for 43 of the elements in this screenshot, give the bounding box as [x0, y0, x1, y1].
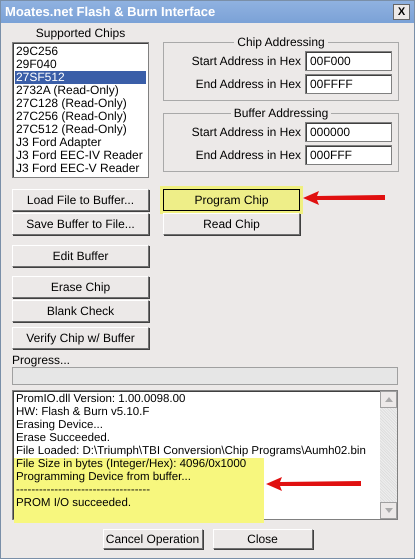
- list-item[interactable]: 27C256 (Read-Only): [15, 110, 146, 123]
- text-field[interactable]: 000FFF: [305, 145, 392, 165]
- list-item[interactable]: J3 Ford EEC-V Reader: [15, 162, 146, 175]
- group-title: Chip Addressing: [236, 35, 326, 49]
- group-title: Buffer Addressing: [232, 106, 330, 120]
- text-field[interactable]: 000000: [305, 122, 392, 142]
- action-button[interactable]: Load File to Buffer...: [12, 189, 149, 211]
- action-button[interactable]: Verify Chip w/ Buffer: [12, 327, 149, 349]
- window-close-button[interactable]: X: [393, 4, 410, 20]
- list-item[interactable]: 27SF512: [15, 71, 146, 84]
- list-item[interactable]: J3 Ford EEC-IV Reader: [15, 149, 146, 162]
- log-line: HW: Flash & Burn v5.10.F: [15, 406, 150, 419]
- field-label: End Address in Hex: [196, 76, 301, 93]
- chip-list[interactable]: 29C256 29F040 27SF512 2732A (Read-Only) 27C128 (Read-Only) 27C256 (Read-Only) 27C512 (Read-Only) J3 Ford Adapter J3 Ford EEC-IV Reader J3 Ford EEC-V Reader: [12, 42, 149, 178]
- action-button[interactable]: Edit Buffer: [12, 245, 149, 267]
- field-label: Start Address in Hex: [192, 53, 301, 70]
- scrollbar[interactable]: [380, 391, 397, 519]
- list-item[interactable]: 27C512 (Read-Only): [15, 123, 146, 136]
- field-label: Start Address in Hex: [192, 124, 301, 141]
- list-item[interactable]: 29F040: [15, 58, 146, 71]
- list-item[interactable]: J3 Ford Adapter: [15, 136, 146, 149]
- log-line: Erasing Device...: [15, 419, 104, 432]
- window-title: Moates.net Flash & Burn Interface: [5, 3, 216, 22]
- list-label: Supported Chips: [34, 25, 126, 42]
- action-button[interactable]: Cancel Operation: [102, 529, 202, 549]
- list-item[interactable]: 27C128 (Read-Only): [15, 97, 146, 110]
- scroll-down-button[interactable]: [380, 502, 397, 519]
- text-field[interactable]: 00FFFF: [305, 74, 392, 94]
- action-button[interactable]: Program Chip: [163, 189, 300, 211]
- log-line: Erase Succeeded.: [15, 432, 111, 445]
- action-button[interactable]: Read Chip: [163, 213, 300, 235]
- action-button[interactable]: Save Buffer to File...: [12, 213, 149, 235]
- scroll-up-button[interactable]: [380, 391, 397, 408]
- log-line: PromIO.dll Version: 1.00.0098.00: [15, 393, 186, 406]
- action-button[interactable]: Close: [212, 529, 312, 549]
- field-label: End Address in Hex: [196, 147, 301, 164]
- log-line: File Loaded: D:\Triumph\TBI Conversion\Chip Programs\Aumh02.bin: [15, 445, 367, 458]
- list-item[interactable]: 29C256: [15, 45, 146, 58]
- progress-label: Progress...: [12, 353, 72, 367]
- text-field[interactable]: 00F000: [305, 51, 392, 71]
- action-button[interactable]: Blank Check: [12, 300, 149, 322]
- action-button[interactable]: Erase Chip: [12, 276, 149, 298]
- list-item[interactable]: 2732A (Read-Only): [15, 84, 146, 97]
